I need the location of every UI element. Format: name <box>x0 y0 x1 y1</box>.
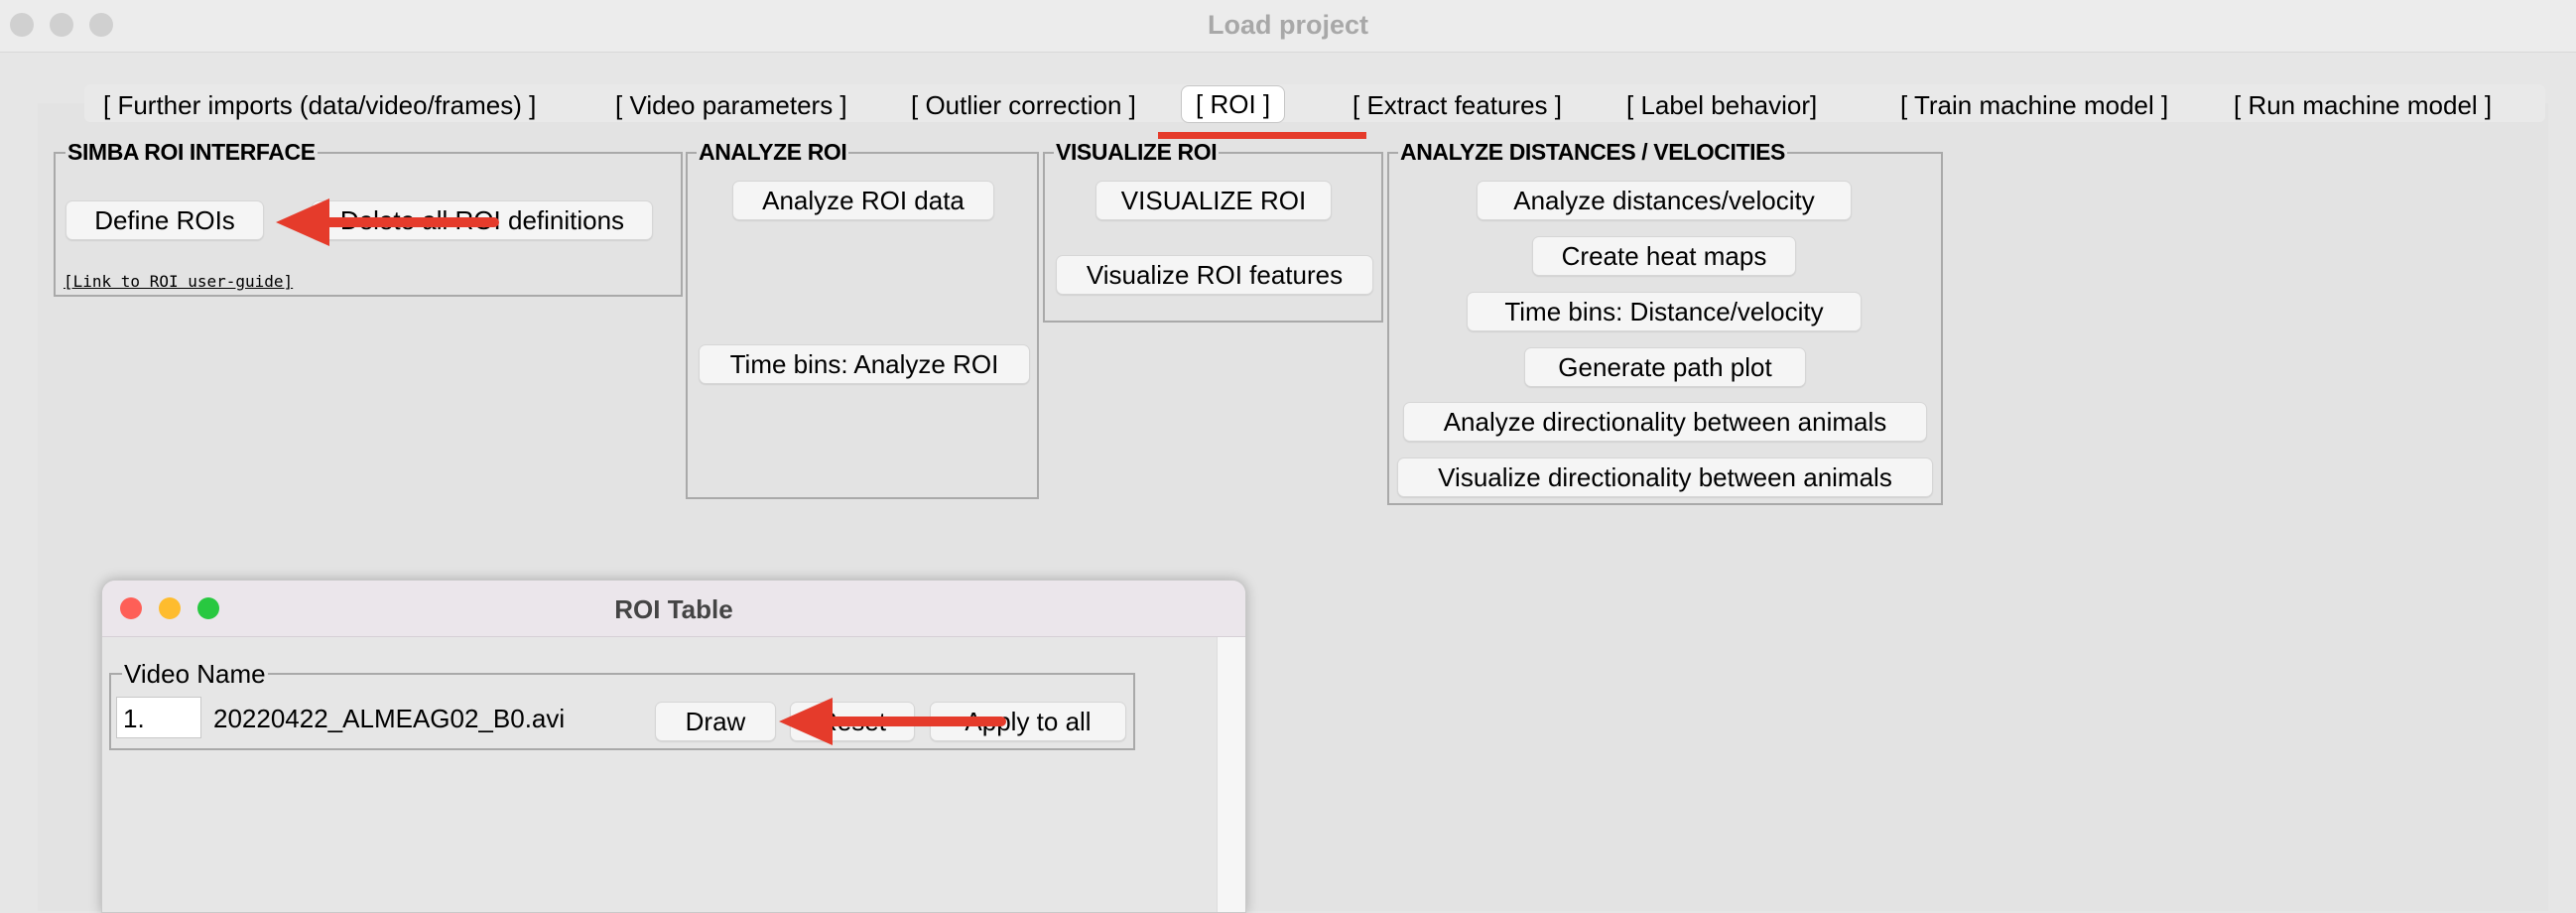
visualize-roi-title: VISUALIZE ROI <box>1054 139 1220 166</box>
draw-button[interactable]: Draw <box>655 702 776 741</box>
analyze-distances-velocity-button[interactable]: Analyze distances/velocity <box>1477 181 1852 220</box>
analyze-directionality-button[interactable]: Analyze directionality between animals <box>1403 402 1927 442</box>
annotation-arrow-draw <box>779 698 1006 745</box>
visualize-directionality-button[interactable]: Visualize directionality between animals <box>1397 457 1933 497</box>
active-tab-underline <box>1158 132 1366 139</box>
visualize-roi-frame <box>1043 152 1383 323</box>
generate-path-plot-button[interactable]: Generate path plot <box>1524 347 1806 387</box>
analyze-roi-title: ANALYZE ROI <box>697 139 849 166</box>
tab-run-machine-model[interactable]: [ Run machine model ] <box>2234 87 2492 123</box>
roi-table-scrollbar[interactable] <box>1217 637 1245 912</box>
video-file-name: 20220422_ALMEAG02_B0.avi <box>213 704 566 733</box>
window-title: Load project <box>1207 10 1368 40</box>
simba-roi-interface-title: SIMBA ROI INTERFACE <box>65 139 318 166</box>
visualize-roi-features-button[interactable]: Visualize ROI features <box>1056 255 1373 295</box>
tab-train-machine-model[interactable]: [ Train machine model ] <box>1900 87 2168 123</box>
video-name-label: Video Name <box>122 659 268 690</box>
tab-video-parameters[interactable]: [ Video parameters ] <box>615 87 847 123</box>
row-index-field[interactable]: 1. <box>116 697 201 738</box>
tab-roi[interactable]: [ ROI ] <box>1181 85 1286 123</box>
tab-extract-features[interactable]: [ Extract features ] <box>1352 87 1562 123</box>
tab-label-behavior[interactable]: [ Label behavior] <box>1626 87 1817 123</box>
roi-user-guide-link[interactable]: [Link to ROI user-guide] <box>64 272 293 291</box>
roi-table-title: ROI Table <box>614 594 733 624</box>
visualize-roi-button[interactable]: VISUALIZE ROI <box>1095 181 1332 220</box>
annotation-arrow-define-rois <box>276 198 499 246</box>
define-rois-button[interactable]: Define ROIs <box>65 200 264 240</box>
time-bins-distance-velocity-button[interactable]: Time bins: Distance/velocity <box>1467 292 1862 331</box>
create-heat-maps-button[interactable]: Create heat maps <box>1532 236 1796 276</box>
time-bins-analyze-roi-button[interactable]: Time bins: Analyze ROI <box>699 344 1030 384</box>
tab-further-imports[interactable]: [ Further imports (data/video/frames) ] <box>103 87 536 123</box>
analyze-roi-data-button[interactable]: Analyze ROI data <box>732 181 994 220</box>
roi-table-window: ROI Table Video Name 1. 20220422_ALMEAG0… <box>101 580 1246 913</box>
main-titlebar: Load project <box>0 0 2576 53</box>
tab-outlier-correction[interactable]: [ Outlier correction ] <box>911 87 1136 123</box>
analyze-distances-title: ANALYZE DISTANCES / VELOCITIES <box>1398 139 1787 166</box>
roi-table-titlebar: ROI Table <box>102 581 1245 637</box>
